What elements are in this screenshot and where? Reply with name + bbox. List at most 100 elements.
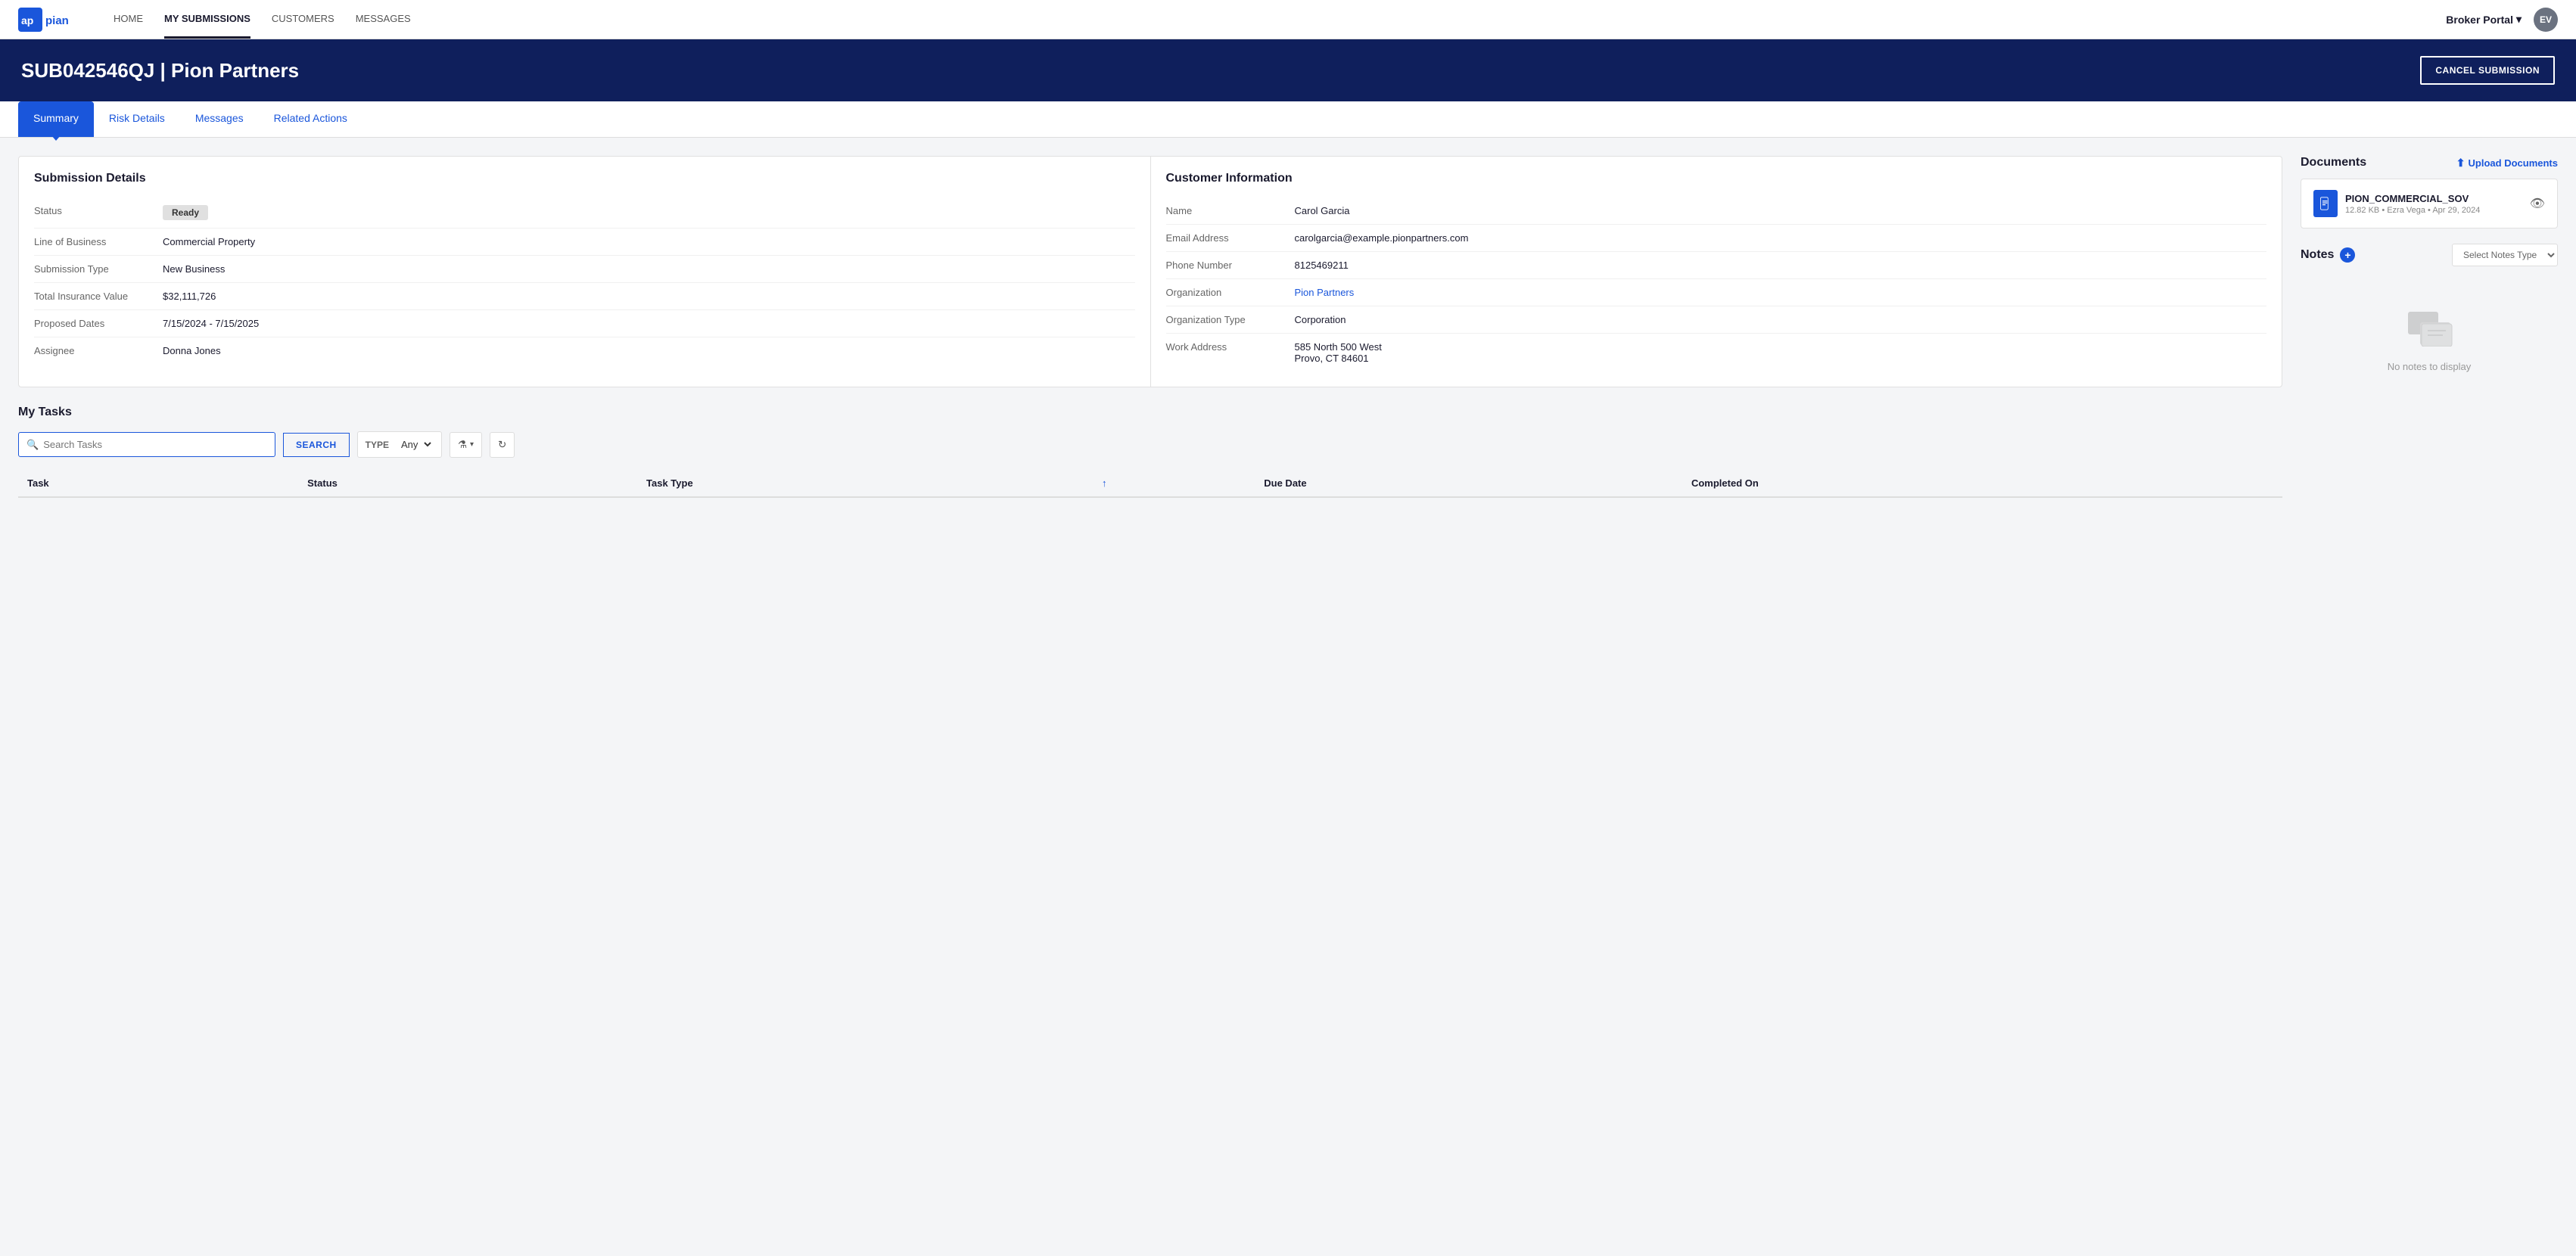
value-org-type: Corporation — [1295, 314, 1346, 325]
tasks-table-header: Task Status Task Type ↑ Due Date Complet… — [18, 470, 2282, 497]
upload-documents-link[interactable]: ⬆ Upload Documents — [2456, 157, 2558, 169]
add-note-button[interactable]: + — [2340, 247, 2355, 263]
col-sort[interactable]: ↑ — [1093, 470, 1255, 497]
svg-text:pian: pian — [45, 14, 69, 27]
notes-title: Notes — [2301, 248, 2334, 262]
main-content: Submission Details Status Ready Line of … — [0, 138, 2576, 516]
notes-empty-icon — [2405, 306, 2453, 349]
documents-header: Documents ⬆ Upload Documents — [2301, 156, 2558, 169]
label-assignee: Assignee — [34, 345, 163, 356]
documents-title: Documents — [2301, 156, 2366, 169]
document-name: PION_COMMERCIAL_SOV — [2345, 193, 2522, 204]
label-email: Email Address — [1166, 232, 1295, 244]
customer-info-panel: Customer Information Name Carol Garcia E… — [1151, 157, 2282, 387]
detail-row-org-type: Organization Type Corporation — [1166, 306, 2267, 334]
type-select[interactable]: Any — [395, 432, 434, 457]
col-completed-on: Completed On — [1682, 470, 2282, 497]
search-tasks-input[interactable] — [43, 433, 267, 456]
refresh-icon: ↻ — [498, 439, 506, 450]
search-icon: 🔍 — [26, 439, 39, 451]
tasks-section: My Tasks 🔍 SEARCH TYPE Any ⚗ ▾ — [18, 406, 2282, 498]
tab-summary[interactable]: Summary — [18, 101, 94, 137]
value-assignee: Donna Jones — [163, 345, 221, 356]
detail-row-status: Status Ready — [34, 197, 1135, 229]
type-filter-wrapper: TYPE Any — [357, 431, 442, 458]
filter-button[interactable]: ⚗ ▾ — [450, 432, 482, 458]
document-info: PION_COMMERCIAL_SOV 12.82 KB • Ezra Vega… — [2345, 193, 2522, 215]
page-title: SUB042546QJ | Pion Partners — [21, 59, 299, 82]
submission-details-rows: Status Ready Line of Business Commercial… — [34, 197, 1135, 364]
label-org-type: Organization Type — [1166, 314, 1295, 325]
nav-link-customers[interactable]: CUSTOMERS — [272, 1, 334, 39]
notes-section: Notes + Select Notes Type — [2301, 244, 2558, 403]
notes-header: Notes + Select Notes Type — [2301, 244, 2558, 266]
nav-link-messages[interactable]: MESSAGES — [356, 1, 411, 39]
tab-bar: Summary Risk Details Messages Related Ac… — [0, 101, 2576, 138]
app-logo[interactable]: ap pian — [18, 8, 86, 32]
detail-row-assignee: Assignee Donna Jones — [34, 337, 1135, 364]
label-lob: Line of Business — [34, 236, 163, 247]
nav-link-home[interactable]: HOME — [114, 1, 143, 39]
cancel-submission-button[interactable]: CANCEL SUBMISSION — [2420, 56, 2555, 85]
tasks-table: Task Status Task Type ↑ Due Date Complet… — [18, 470, 2282, 498]
value-address: 585 North 500 West Provo, CT 84601 — [1295, 341, 1382, 364]
value-dates: 7/15/2024 - 7/15/2025 — [163, 318, 259, 329]
document-eye-icon[interactable]: 👁 — [2530, 196, 2545, 211]
header-banner: SUB042546QJ | Pion Partners CANCEL SUBMI… — [0, 39, 2576, 101]
detail-row-email: Email Address carolgarcia@example.pionpa… — [1166, 225, 2267, 252]
notes-empty-state: No notes to display — [2301, 275, 2558, 403]
user-avatar[interactable]: EV — [2534, 8, 2558, 32]
value-lob: Commercial Property — [163, 236, 255, 247]
detail-row-dates: Proposed Dates 7/15/2024 - 7/15/2025 — [34, 310, 1135, 337]
nav-link-my-submissions[interactable]: MY SUBMISSIONS — [164, 1, 250, 39]
tab-related-actions[interactable]: Related Actions — [259, 101, 362, 137]
value-phone: 8125469211 — [1295, 260, 1349, 271]
col-task-type: Task Type — [637, 470, 1093, 497]
left-column: Submission Details Status Ready Line of … — [18, 156, 2282, 498]
label-status: Status — [34, 205, 163, 220]
label-name: Name — [1166, 205, 1295, 216]
col-due-date: Due Date — [1255, 470, 1682, 497]
value-tiv: $32,111,726 — [163, 291, 216, 302]
status-badge: Ready — [163, 205, 208, 220]
col-task: Task — [18, 470, 298, 497]
tab-messages[interactable]: Messages — [180, 101, 259, 137]
detail-row-sub-type: Submission Type New Business — [34, 256, 1135, 283]
filter-chevron: ▾ — [470, 440, 474, 449]
svg-text:ap: ap — [21, 14, 33, 26]
documents-section: Documents ⬆ Upload Documents PION_COM — [2301, 156, 2558, 229]
nav-bar: ap pian HOME MY SUBMISSIONS CUSTOMERS ME… — [0, 0, 2576, 39]
value-status: Ready — [163, 205, 208, 220]
right-column: Documents ⬆ Upload Documents PION_COM — [2301, 156, 2558, 498]
details-customer-card: Submission Details Status Ready Line of … — [18, 156, 2282, 387]
detail-row-address: Work Address 585 North 500 West Provo, C… — [1166, 334, 2267, 372]
detail-row-phone: Phone Number 8125469211 — [1166, 252, 2267, 279]
filter-icon: ⚗ — [458, 439, 467, 451]
search-button[interactable]: SEARCH — [283, 433, 350, 457]
detail-row-lob: Line of Business Commercial Property — [34, 229, 1135, 256]
value-name: Carol Garcia — [1295, 205, 1350, 216]
label-sub-type: Submission Type — [34, 263, 163, 275]
document-meta: 12.82 KB • Ezra Vega • Apr 29, 2024 — [2345, 206, 2522, 215]
notes-title-row: Notes + — [2301, 247, 2355, 263]
notes-empty-message: No notes to display — [2388, 361, 2472, 372]
label-tiv: Total Insurance Value — [34, 291, 163, 302]
label-org: Organization — [1166, 287, 1295, 298]
upload-icon: ⬆ — [2456, 157, 2466, 169]
notes-type-select[interactable]: Select Notes Type — [2452, 244, 2558, 266]
doc-file-icon — [2313, 190, 2338, 217]
detail-row-tiv: Total Insurance Value $32,111,726 — [34, 283, 1135, 310]
refresh-button[interactable]: ↻ — [490, 432, 515, 458]
detail-row-name: Name Carol Garcia — [1166, 197, 2267, 225]
search-input-wrapper[interactable]: 🔍 — [18, 432, 275, 457]
submission-details-title: Submission Details — [34, 172, 1135, 185]
customer-info-rows: Name Carol Garcia Email Address carolgar… — [1166, 197, 2267, 372]
nav-right: Broker Portal ▾ EV — [2446, 8, 2558, 32]
tab-risk-details[interactable]: Risk Details — [94, 101, 180, 137]
label-phone: Phone Number — [1166, 260, 1295, 271]
nav-links: HOME MY SUBMISSIONS CUSTOMERS MESSAGES — [114, 1, 2446, 39]
document-item: PION_COMMERCIAL_SOV 12.82 KB • Ezra Vega… — [2301, 179, 2558, 229]
broker-portal-menu[interactable]: Broker Portal ▾ — [2446, 13, 2522, 26]
value-org[interactable]: Pion Partners — [1295, 287, 1355, 298]
tasks-search-bar: 🔍 SEARCH TYPE Any ⚗ ▾ ↻ — [18, 431, 2282, 458]
